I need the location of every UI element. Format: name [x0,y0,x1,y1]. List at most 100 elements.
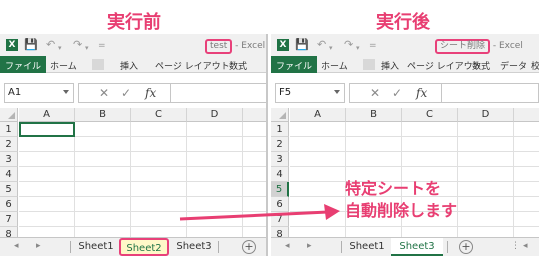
active-cell-a1[interactable] [19,122,75,137]
select-all-button[interactable] [0,108,18,122]
tab-insert[interactable]: 挿入 [381,59,399,72]
undo-icon[interactable]: ↶ [317,38,326,52]
tab-formulas[interactable]: 数式 [229,59,247,72]
customize-toolbar-icon[interactable]: = [369,39,377,53]
tab-file[interactable]: ファイル [271,56,318,73]
annotation-callout: 特定シートを 自動削除します [345,178,457,222]
undo-dropdown-icon[interactable]: ▾ [58,41,62,55]
sheet-tab-sheet3[interactable]: Sheet3 [391,238,443,256]
column-header-e[interactable] [514,108,539,122]
title-bar: X 💾 ↶ ▾ ↷ ▾ = test - Excel [0,34,266,56]
row-header-4[interactable]: 4 [0,167,18,182]
row-header-7[interactable]: 7 [0,212,18,227]
row-header-5[interactable]: 5 [271,182,289,197]
redo-dropdown-icon[interactable]: ▾ [356,41,360,55]
tab-separator [218,241,219,253]
row-header-6[interactable]: 6 [0,197,18,212]
row-header-3[interactable]: 3 [271,152,289,167]
row-header-3[interactable]: 3 [0,152,18,167]
more-options-icon[interactable]: ⋮ [511,241,520,251]
column-header-c[interactable]: C [131,108,187,122]
column-header-c[interactable]: C [402,108,458,122]
formula-input[interactable] [170,84,266,102]
annotation-line-1: 特定シートを [345,179,442,198]
scroll-left-icon[interactable]: ◂ [523,241,528,251]
cancel-icon[interactable]: ✕ [99,85,109,101]
column-header-a[interactable]: A [19,108,75,122]
save-icon[interactable]: 💾 [24,38,38,52]
tab-separator [447,241,448,253]
column-header-d[interactable]: D [187,108,243,122]
scroll-left-icon[interactable]: ◂ [14,241,19,251]
cell-area[interactable] [19,122,266,238]
row-header-7[interactable]: 7 [271,212,289,227]
enter-icon[interactable]: ✓ [121,85,131,101]
insert-function-icon[interactable]: fx [416,85,427,101]
row-header-2[interactable]: 2 [271,137,289,152]
chevron-down-icon[interactable] [334,90,340,94]
sheet-tab-sheet1[interactable]: Sheet1 [345,238,389,256]
tab-home[interactable]: ホーム [50,59,77,72]
undo-dropdown-icon[interactable]: ▾ [329,41,333,55]
app-name: - Excel [492,41,523,51]
scroll-right-icon[interactable]: ▸ [36,241,41,251]
column-header-b[interactable]: B [346,108,402,122]
row-header-6[interactable]: 6 [271,197,289,212]
chevron-down-icon[interactable] [63,90,69,94]
tab-insert[interactable]: 挿入 [120,59,138,72]
tab-file[interactable]: ファイル [0,56,47,73]
redo-icon[interactable]: ↷ [344,38,353,52]
document-name: test [205,39,233,54]
column-header-b[interactable]: B [75,108,131,122]
name-box[interactable]: F5 [275,83,345,103]
excel-window-before: X 💾 ↶ ▾ ↷ ▾ = test - Excel ファイル ホーム 挿入 ペ… [0,34,268,256]
tab-review[interactable]: 校 [531,59,539,72]
column-header-d[interactable]: D [458,108,514,122]
column-header-e[interactable] [243,108,266,122]
formula-bar: F5 ✕ ✓ fx [271,83,539,103]
ribbon-tabs: ファイル ホーム 挿入 ページ レイアウト 数式 [0,56,266,73]
document-name: シート削除 [435,39,491,54]
before-heading: 実行前 [107,12,161,33]
customize-toolbar-icon[interactable]: = [98,39,106,53]
tab-formulas[interactable]: 数式 [472,59,490,72]
add-sheet-icon[interactable]: + [459,240,473,254]
window-caption: test - Excel [205,39,265,54]
select-all-button[interactable] [271,108,289,122]
sheet-tab-bar: ◂ ▸ Sheet1 Sheet3 + ⋮ ◂ [271,237,539,256]
tab-separator [70,241,71,253]
excel-window-after: X 💾 ↶ ▾ ↷ ▾ = シート削除 - Excel ファイル ホーム 挿入 … [271,34,539,256]
save-icon[interactable]: 💾 [295,38,309,52]
row-header-1[interactable]: 1 [0,122,18,137]
sheet-tab-sheet3[interactable]: Sheet3 [172,238,216,256]
add-sheet-icon[interactable]: + [242,240,256,254]
row-header-2[interactable]: 2 [0,137,18,152]
worksheet-grid: A B C D 1 2 3 4 5 6 7 8 [0,108,266,242]
ribbon-placeholder-icon [92,59,104,70]
tab-data[interactable]: データ [500,59,527,72]
insert-function-icon[interactable]: fx [145,85,156,101]
formula-input-area: ✕ ✓ fx [349,83,539,103]
redo-dropdown-icon[interactable]: ▾ [85,41,89,55]
sheet-tab-sheet1[interactable]: Sheet1 [74,238,118,256]
redo-icon[interactable]: ↷ [73,38,82,52]
row-header-1[interactable]: 1 [271,122,289,137]
ribbon-placeholder-icon [363,59,375,70]
cancel-icon[interactable]: ✕ [370,85,380,101]
row-header-4[interactable]: 4 [271,167,289,182]
tab-separator [341,241,342,253]
excel-logo-icon: X [277,39,289,51]
tab-home[interactable]: ホーム [321,59,348,72]
name-box[interactable]: A1 [4,83,74,103]
row-header-5[interactable]: 5 [0,182,18,197]
undo-icon[interactable]: ↶ [46,38,55,52]
sheet-tab-sheet2[interactable]: Sheet2 [119,238,169,256]
column-header-a[interactable]: A [290,108,346,122]
app-name: - Excel [235,41,266,51]
scroll-left-icon[interactable]: ◂ [285,241,290,251]
scroll-right-icon[interactable]: ▸ [307,241,312,251]
formula-input[interactable] [441,84,538,102]
tab-page-layout[interactable]: ページ レイアウト [407,59,482,72]
enter-icon[interactable]: ✓ [392,85,402,101]
tab-page-layout[interactable]: ページ レイアウト [155,59,230,72]
